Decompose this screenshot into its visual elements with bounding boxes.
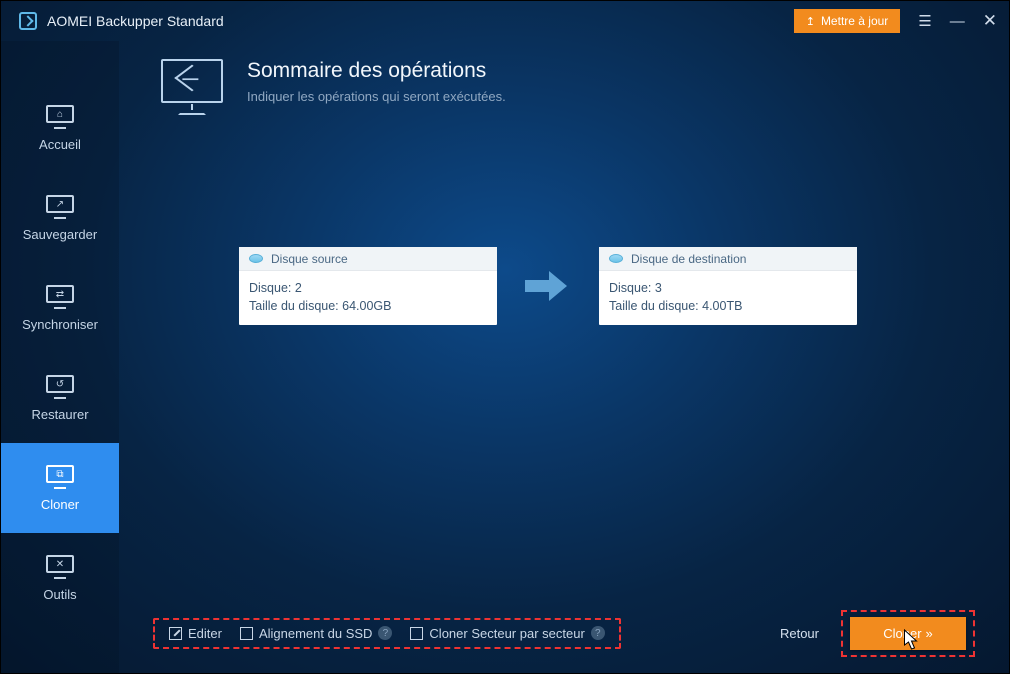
- close-icon[interactable]: ✕: [983, 11, 997, 31]
- home-icon: ⌂: [44, 105, 76, 129]
- sidebar-item-cloner[interactable]: ⧉ Cloner: [1, 443, 119, 533]
- sidebar: ⌂ Accueil ↗ Sauvegarder ⇄ Synchroniser: [1, 41, 119, 673]
- sidebar-item-synchroniser[interactable]: ⇄ Synchroniser: [1, 263, 119, 353]
- ssd-label: Alignement du SSD: [259, 626, 372, 641]
- summary-icon: [159, 59, 225, 115]
- titlebar: AOMEI Backupper Standard ↥ Mettre à jour…: [1, 1, 1009, 41]
- destination-disk-card[interactable]: Disque de destination Disque: 3 Taille d…: [599, 247, 857, 325]
- page-subtitle: Indiquer les opérations qui seront exécu…: [247, 89, 506, 104]
- edit-button[interactable]: Editer: [169, 626, 222, 641]
- app-logo-icon: [19, 12, 37, 30]
- page-header-text: Sommaire des opérations Indiquer les opé…: [247, 59, 506, 104]
- sidebar-item-label: Outils: [43, 587, 76, 602]
- page-title: Sommaire des opérations: [247, 59, 506, 83]
- sidebar-item-outils[interactable]: ✕ Outils: [1, 533, 119, 623]
- sync-icon: ⇄: [44, 285, 76, 309]
- source-disk-card[interactable]: Disque source Disque: 2 Taille du disque…: [239, 247, 497, 325]
- titlebar-left: AOMEI Backupper Standard: [19, 12, 224, 30]
- sidebar-item-label: Restaurer: [31, 407, 88, 422]
- back-button[interactable]: Retour: [780, 626, 819, 641]
- sidebar-item-label: Sauvegarder: [23, 227, 97, 242]
- sector-clone-checkbox[interactable]: Cloner Secteur par secteur ?: [410, 626, 604, 641]
- edit-icon: [169, 627, 182, 640]
- backup-icon: ↗: [44, 195, 76, 219]
- clone-button-label: Cloner: [883, 626, 921, 641]
- disk-icon: [249, 254, 263, 263]
- source-card-header: Disque source: [239, 247, 497, 271]
- destination-card-header: Disque de destination: [599, 247, 857, 271]
- update-button[interactable]: ↥ Mettre à jour: [794, 9, 901, 33]
- sidebar-item-accueil[interactable]: ⌂ Accueil: [1, 83, 119, 173]
- upload-icon: ↥: [806, 15, 815, 28]
- sidebar-item-label: Synchroniser: [22, 317, 98, 332]
- edit-label: Editer: [188, 626, 222, 641]
- source-header-label: Disque source: [271, 252, 348, 266]
- footer-options-group: Editer Alignement du SSD ? Cloner Secteu…: [153, 618, 621, 649]
- footer-actions: Retour Cloner »: [780, 610, 975, 657]
- app-window: AOMEI Backupper Standard ↥ Mettre à jour…: [0, 0, 1010, 674]
- help-icon[interactable]: ?: [591, 626, 605, 640]
- chevron-right-icon: »: [926, 626, 933, 641]
- main-content: Sommaire des opérations Indiquer les opé…: [119, 41, 1009, 673]
- titlebar-right: ↥ Mettre à jour ☰ — ✕: [794, 9, 997, 33]
- disk-icon: [609, 254, 623, 263]
- destination-disk-number: Disque: 3: [609, 279, 847, 297]
- sidebar-item-sauvegarder[interactable]: ↗ Sauvegarder: [1, 173, 119, 263]
- update-button-label: Mettre à jour: [821, 14, 888, 28]
- source-card-body: Disque: 2 Taille du disque: 64.00GB: [239, 271, 497, 325]
- source-disk-number: Disque: 2: [249, 279, 487, 297]
- arrow-right-icon: [525, 271, 571, 301]
- clone-button[interactable]: Cloner »: [850, 617, 966, 650]
- ssd-alignment-checkbox[interactable]: Alignement du SSD ?: [240, 626, 392, 641]
- source-disk-size: Taille du disque: 64.00GB: [249, 297, 487, 315]
- checkbox-icon: [410, 627, 423, 640]
- destination-header-label: Disque de destination: [631, 252, 746, 266]
- destination-card-body: Disque: 3 Taille du disque: 4.00TB: [599, 271, 857, 325]
- menu-icon[interactable]: ☰: [918, 12, 931, 30]
- sidebar-item-restaurer[interactable]: ↺ Restaurer: [1, 353, 119, 443]
- checkbox-icon: [240, 627, 253, 640]
- body: ⌂ Accueil ↗ Sauvegarder ⇄ Synchroniser: [1, 41, 1009, 673]
- sector-label: Cloner Secteur par secteur: [429, 626, 584, 641]
- footer-bar: Editer Alignement du SSD ? Cloner Secteu…: [153, 609, 975, 657]
- clone-button-highlight: Cloner »: [841, 610, 975, 657]
- sidebar-item-label: Cloner: [41, 497, 79, 512]
- app-title: AOMEI Backupper Standard: [47, 13, 224, 29]
- disk-cards-row: Disque source Disque: 2 Taille du disque…: [153, 247, 975, 325]
- restore-icon: ↺: [44, 375, 76, 399]
- clone-icon: ⧉: [44, 465, 76, 489]
- sidebar-item-label: Accueil: [39, 137, 81, 152]
- help-icon[interactable]: ?: [378, 626, 392, 640]
- minimize-icon[interactable]: —: [950, 13, 965, 30]
- destination-disk-size: Taille du disque: 4.00TB: [609, 297, 847, 315]
- page-header: Sommaire des opérations Indiquer les opé…: [153, 59, 975, 115]
- tools-icon: ✕: [44, 555, 76, 579]
